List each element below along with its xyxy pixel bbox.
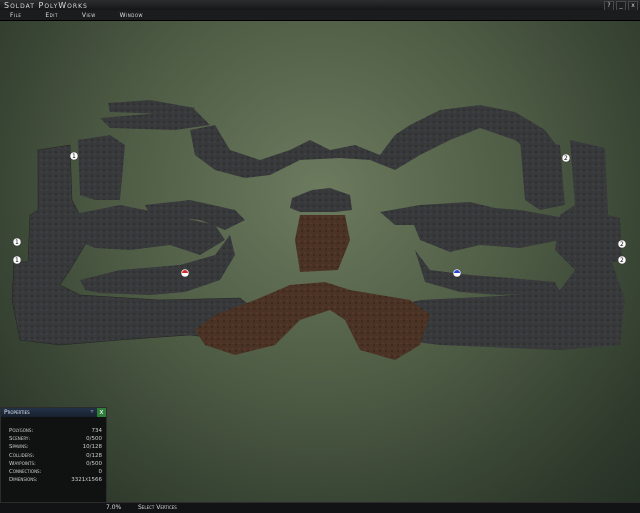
spawn-label: 2 <box>564 155 568 162</box>
spawn-label: 2 <box>620 241 624 248</box>
top-centre-arch <box>190 105 560 178</box>
spawn-marker-team1-3[interactable]: 1 <box>12 255 22 265</box>
properties-title: Properties <box>4 409 30 416</box>
menu-edit[interactable]: Edit <box>35 12 72 19</box>
centre-pillar-top <box>290 188 352 212</box>
left-top-beam <box>108 100 195 115</box>
prop-label: Polygons: <box>9 428 34 434</box>
prop-label: Spawns: <box>9 444 29 451</box>
prop-row-dimensions: Dimensions: 3321x1566 <box>9 476 102 484</box>
prop-value: 734 <box>91 428 103 434</box>
prop-value: 10/128 <box>82 444 102 451</box>
prop-row-waypoints: Waypoints: 0/500 <box>9 460 102 468</box>
collapse-icon[interactable]: ▿ <box>88 408 96 416</box>
menu-window[interactable]: Window <box>110 12 157 19</box>
right-upper-column <box>520 140 565 210</box>
spawn-marker-team1-1[interactable]: 1 <box>69 151 79 161</box>
spawn-label: 1 <box>15 239 19 246</box>
close-icon[interactable]: x <box>97 408 106 417</box>
menu-view[interactable]: View <box>72 12 110 19</box>
central-dirt-bowl <box>195 282 430 360</box>
spawn-marker-team2-3[interactable]: 2 <box>617 255 627 265</box>
spawn-marker-team1-2[interactable]: 1 <box>12 237 22 247</box>
right-curved-platform <box>415 250 560 295</box>
spawn-label: 1 <box>72 153 76 160</box>
menu-file[interactable]: File <box>0 12 35 19</box>
spawn-label: 2 <box>620 257 624 264</box>
centre-pillar <box>295 215 350 272</box>
spawn-marker-team2-1[interactable]: 2 <box>561 153 571 163</box>
properties-header[interactable]: Properties ▿ x <box>1 408 106 417</box>
red-flag-icon[interactable] <box>180 268 190 278</box>
zoom-level: 7.0% <box>106 504 122 511</box>
prop-value: 0/128 <box>86 452 102 459</box>
prop-row-connections: Connections: 0 <box>9 468 102 476</box>
app-title: Soldat PolyWorks <box>4 0 88 10</box>
prop-value: 0/500 <box>86 436 102 443</box>
title-bar: Soldat PolyWorks ? _ x <box>0 0 640 11</box>
prop-label: Waypoints: <box>9 460 36 467</box>
prop-row-scenery: Scenery: 0/500 <box>9 435 102 443</box>
menu-bar: File Edit View Window <box>0 10 640 21</box>
spawn-marker-team2-2[interactable]: 2 <box>617 239 627 249</box>
prop-value: 3321x1566 <box>71 477 102 484</box>
status-bar: 7.0% Select Vertices <box>0 502 640 513</box>
spawn-label: 1 <box>15 257 19 264</box>
prop-label: Colliders: <box>9 452 35 459</box>
left-upper-column <box>78 135 125 200</box>
prop-label: Dimensions: <box>9 477 38 484</box>
prop-value: 0/500 <box>86 460 102 467</box>
prop-row-colliders: Colliders: 0/128 <box>9 452 102 460</box>
properties-panel: Properties ▿ x Polygons: 734 Scenery: 0/… <box>0 407 107 504</box>
blue-flag-icon[interactable] <box>452 268 462 278</box>
prop-value: 0 <box>98 469 103 476</box>
prop-label: Scenery: <box>9 436 31 443</box>
prop-row-spawns: Spawns: 10/128 <box>9 443 102 451</box>
properties-list: Polygons: 734 Scenery: 0/500 Spawns: 10/… <box>1 417 106 484</box>
current-tool: Select Vertices <box>138 504 177 511</box>
prop-row-polygons: Polygons: 734 <box>9 427 102 435</box>
prop-label: Connections: <box>9 469 42 476</box>
